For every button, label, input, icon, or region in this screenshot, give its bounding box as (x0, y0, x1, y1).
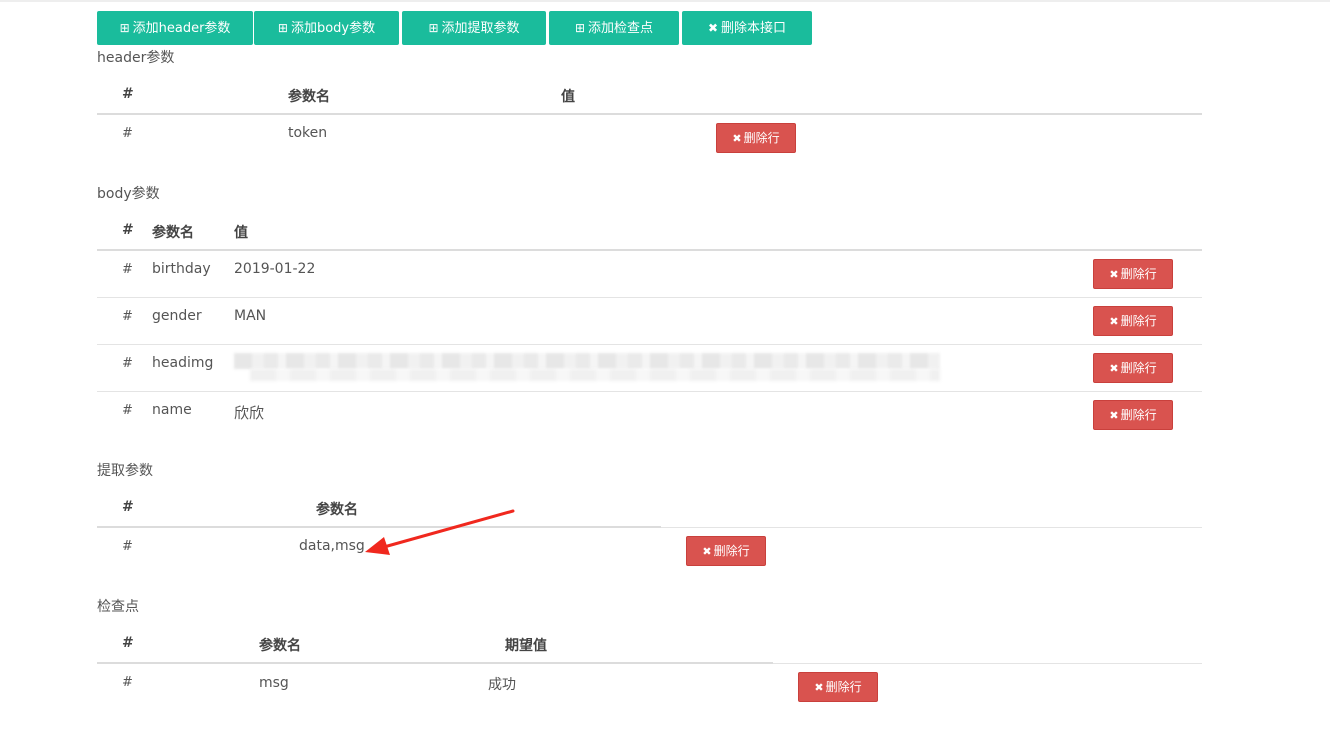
plus-square-icon: ⊞ (428, 21, 439, 35)
extract-row-name: data,msg (299, 538, 365, 554)
extract-col-index: # (122, 499, 134, 515)
check-row-expected: 成功 (488, 677, 516, 693)
x-icon: ✖ (1109, 268, 1119, 281)
body-row-index: # (122, 403, 133, 418)
annotation-arrow-icon (365, 509, 515, 555)
x-icon: ✖ (1109, 362, 1119, 375)
x-icon: ✖ (1109, 409, 1119, 422)
extract-col-name: 参数名 (316, 502, 358, 518)
add-checkpoint-button[interactable]: ⊞ 添加检查点 (549, 11, 679, 45)
body-row-name: name (152, 402, 192, 418)
plus-square-icon: ⊞ (119, 21, 130, 35)
body-row-index: # (122, 356, 133, 371)
add-extract-param-label: 添加提取参数 (441, 21, 520, 36)
header-table-head-rule (97, 113, 1202, 115)
redacted-value (234, 353, 940, 369)
check-col-expected: 期望值 (505, 638, 547, 654)
add-body-param-label: 添加body参数 (290, 21, 376, 36)
check-row-index: # (122, 675, 133, 690)
body-section-title: body参数 (97, 186, 160, 202)
check-section-title: 检查点 (97, 599, 139, 615)
check-row-name: msg (259, 675, 289, 691)
delete-row-label: 删除行 (1120, 314, 1157, 328)
x-icon: ✖ (707, 21, 719, 35)
redacted-value-overflow (250, 369, 940, 381)
body-table-head-rule (97, 249, 1202, 251)
plus-square-icon: ⊞ (574, 21, 586, 35)
delete-row-label: 删除行 (1120, 267, 1157, 281)
body-col-index: # (122, 222, 134, 238)
delete-row-label: 删除行 (825, 680, 862, 694)
add-body-param-button[interactable]: ⊞ 添加body参数 (254, 11, 399, 45)
body-col-name: 参数名 (152, 225, 194, 241)
body-row-value: 2019-01-22 (234, 261, 316, 277)
plus-square-icon: ⊞ (277, 21, 288, 35)
x-icon: ✖ (1109, 315, 1119, 328)
check-table-head-rule-ext (773, 663, 1202, 664)
x-icon: ✖ (732, 132, 742, 145)
header-col-index: # (122, 86, 134, 102)
top-divider (0, 0, 1330, 2)
add-header-param-label: 添加header参数 (132, 21, 231, 36)
body-row-name: birthday (152, 261, 211, 277)
body-row-value: 欣欣 (234, 404, 265, 422)
header-row-index: # (122, 126, 133, 141)
extract-row-index: # (122, 539, 133, 554)
row-divider (97, 391, 1202, 392)
delete-row-label: 删除行 (743, 131, 780, 145)
check-col-index: # (122, 635, 134, 651)
header-col-name: 参数名 (288, 89, 330, 105)
check-col-name: 参数名 (259, 638, 301, 654)
add-extract-param-button[interactable]: ⊞ 添加提取参数 (402, 11, 546, 45)
header-section-title: header参数 (97, 50, 175, 66)
check-table-head-rule (97, 662, 773, 664)
body-col-value: 值 (234, 225, 248, 241)
x-icon: ✖ (814, 681, 824, 694)
delete-row-label: 删除行 (1120, 361, 1157, 375)
body-row-index: # (122, 309, 133, 324)
body-row-value: MAN (234, 308, 267, 324)
delete-api-button[interactable]: ✖ 删除本接口 (682, 11, 812, 45)
delete-row-button[interactable]: ✖ 删除行 (798, 672, 878, 702)
body-row-name: gender (152, 308, 202, 324)
delete-row-button[interactable]: ✖ 删除行 (716, 123, 796, 153)
add-header-param-button[interactable]: ⊞ 添加header参数 (97, 11, 253, 45)
header-row-name: token (288, 125, 328, 141)
delete-api-label: 删除本接口 (721, 21, 787, 36)
delete-row-button[interactable]: ✖ 删除行 (1093, 306, 1173, 336)
delete-row-button[interactable]: ✖ 删除行 (686, 536, 766, 566)
body-row-index: # (122, 262, 133, 277)
delete-row-button[interactable]: ✖ 删除行 (1093, 259, 1173, 289)
extract-section-title: 提取参数 (97, 463, 153, 479)
add-checkpoint-label: 添加检查点 (588, 21, 654, 36)
extract-table-head-rule-ext (661, 527, 1202, 528)
row-divider (97, 297, 1202, 298)
header-col-value: 值 (561, 89, 575, 105)
delete-row-button[interactable]: ✖ 删除行 (1093, 353, 1173, 383)
row-divider (97, 344, 1202, 345)
x-icon: ✖ (702, 545, 712, 558)
delete-row-label: 删除行 (1120, 408, 1157, 422)
body-row-name: headimg (152, 355, 214, 371)
delete-row-label: 删除行 (713, 544, 750, 558)
delete-row-button[interactable]: ✖ 删除行 (1093, 400, 1173, 430)
